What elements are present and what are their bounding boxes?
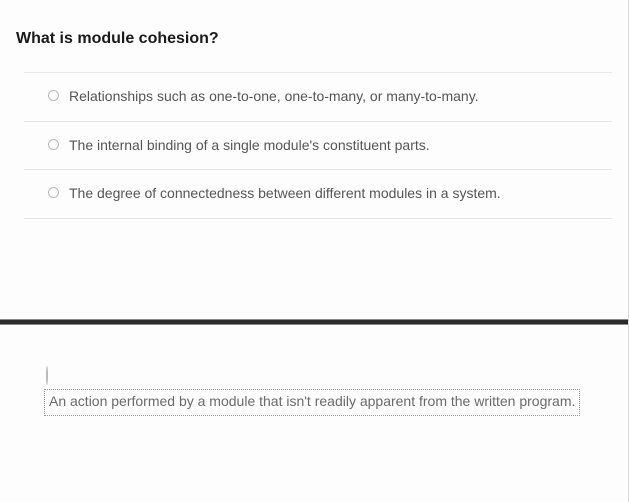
option-row[interactable]: The degree of connectedness between diff… [24,169,612,219]
option-row[interactable]: The internal binding of a single module'… [24,121,612,170]
option-row[interactable]: Relationships such as one-to-one, one-to… [24,72,612,121]
option-text: Relationships such as one-to-one, one-to… [69,87,479,107]
option-text: An action performed by a module that isn… [49,393,575,409]
question-title: What is module cohesion? [0,0,628,72]
option-text: The degree of connectedness between diff… [69,184,501,204]
radio-icon[interactable] [48,139,59,150]
radio-icon[interactable] [48,187,59,198]
radio-icon[interactable] [48,90,59,101]
question2-area: An action performed by a module that isn… [0,325,628,417]
option-row[interactable] [44,367,612,385]
quiz-panel: What is module cohesion? Relationships s… [0,0,629,502]
option-text: The internal binding of a single module'… [69,136,430,156]
options-list: Relationships such as one-to-one, one-to… [0,72,628,219]
radio-icon[interactable] [46,366,48,385]
selected-option-box[interactable]: An action performed by a module that isn… [44,389,580,417]
